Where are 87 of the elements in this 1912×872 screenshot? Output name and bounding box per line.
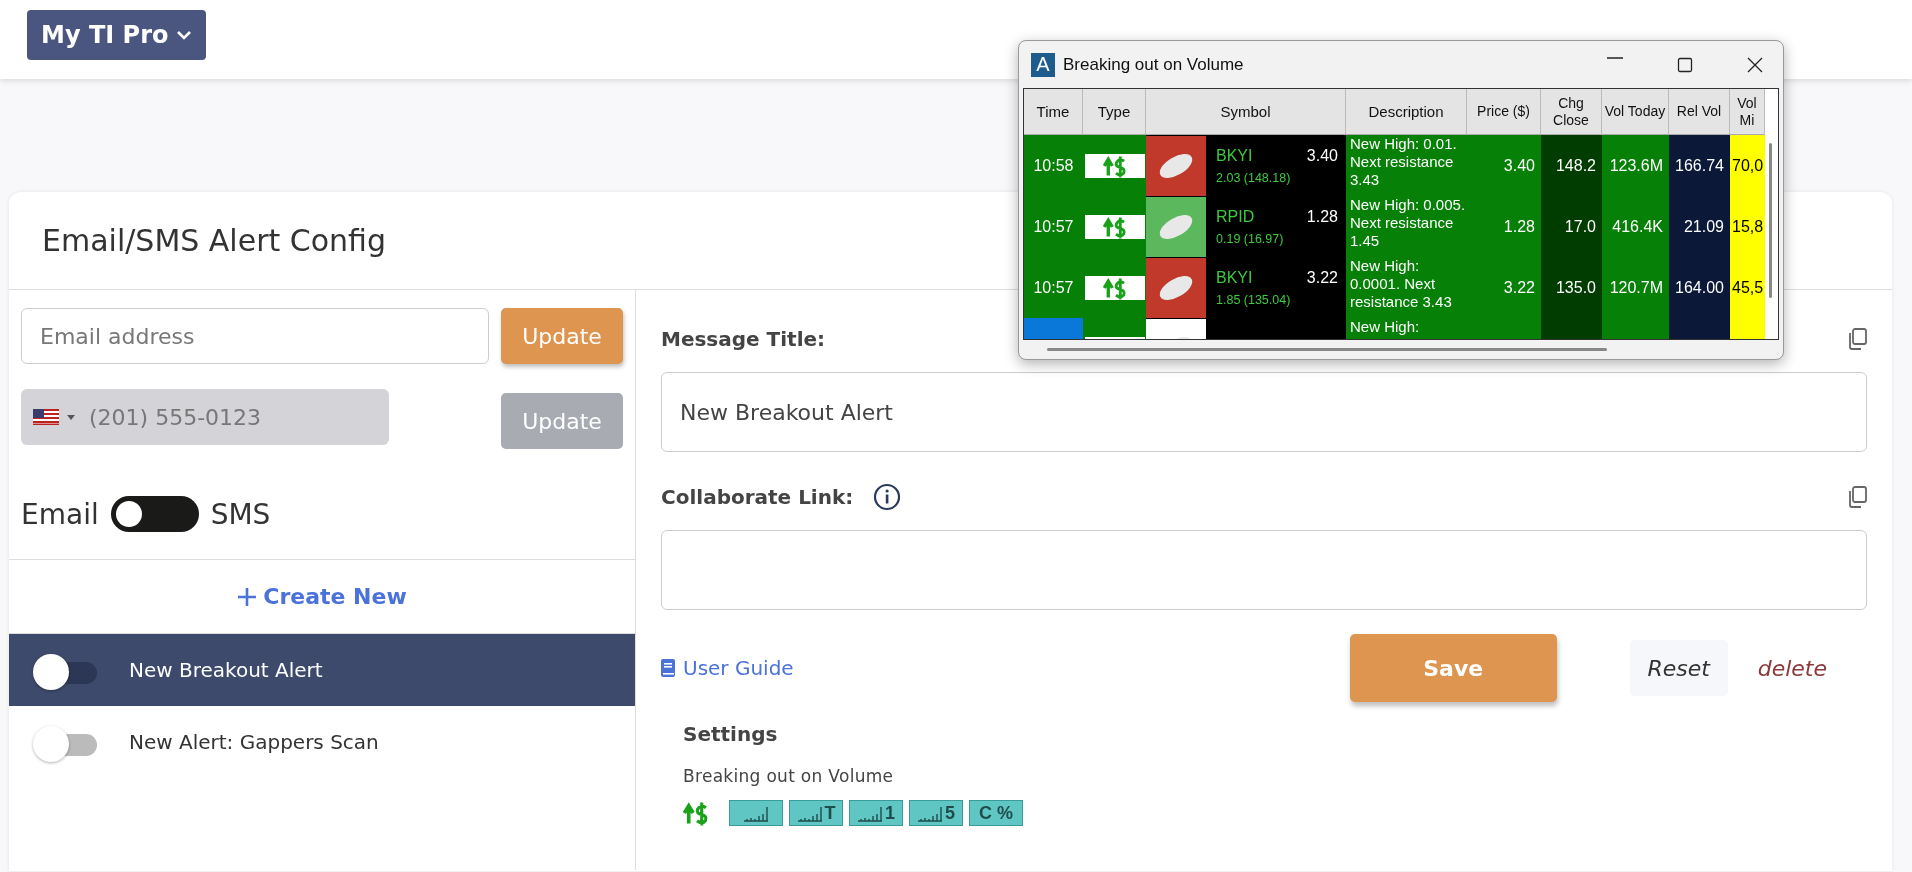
filter-icon: 1	[849, 800, 903, 826]
column-header[interactable]: Price ($)	[1467, 89, 1541, 135]
strategy-name: Breaking out on Volume	[683, 766, 895, 786]
minimize-icon	[1607, 56, 1623, 59]
table-cell: 148.2	[1541, 135, 1602, 196]
toggle-switch[interactable]	[33, 652, 99, 688]
delete-button[interactable]: delete	[1757, 655, 1827, 681]
reset-button[interactable]: Reset	[1629, 640, 1728, 696]
table-cell: 135.0	[1541, 257, 1602, 318]
flag-icon	[33, 409, 59, 425]
scrollbar[interactable]	[1769, 143, 1772, 298]
settings-heading: Settings	[683, 722, 779, 746]
user-guide-link[interactable]: User Guide	[661, 656, 794, 680]
table-cell: New High: 0.005. Next resistance 1.45	[1346, 196, 1467, 257]
alert-name: New Breakout Alert	[129, 658, 323, 682]
price-change: 0.19 (16.97)	[1216, 231, 1285, 246]
up-arrow-dollar-icon	[1084, 214, 1145, 239]
field-label: Message Title:	[661, 327, 826, 351]
table-cell: 416.4K	[1602, 196, 1669, 257]
copy-icon	[1847, 328, 1867, 350]
table-cell: New High: 0.01. Next resistance 3.43	[1346, 135, 1467, 196]
table-cell: 15,8	[1730, 196, 1765, 257]
table-cell: 3.40	[1467, 135, 1541, 196]
column-header[interactable]: Vol Today	[1602, 89, 1669, 135]
plus-icon	[237, 586, 258, 607]
channel-switch[interactable]	[110, 496, 199, 532]
table-cell: 123.6M	[1602, 135, 1669, 196]
table-cell[interactable]: 10:57	[1024, 257, 1083, 318]
toggle-label: Email	[21, 497, 99, 531]
table-cell: 45,5	[1730, 257, 1765, 318]
table-cell: 164.00	[1669, 257, 1730, 318]
last-price: 3.22	[1306, 268, 1338, 287]
caret-down-icon	[67, 414, 75, 420]
table-cell: 3.22	[1467, 257, 1541, 318]
price-change: 2.03 (148.18)	[1216, 170, 1292, 185]
column-header[interactable]: Time	[1024, 89, 1083, 135]
up-arrow-dollar-icon	[1084, 275, 1145, 300]
field-label: Collaborate Link:	[661, 485, 854, 509]
table-cell: 120.7M	[1602, 257, 1669, 318]
column-header[interactable]: Type	[1083, 89, 1146, 135]
scrollbar[interactable]	[1047, 348, 1607, 351]
create-new-button[interactable]: Create New	[9, 559, 635, 634]
filter-icon: 5	[909, 800, 963, 826]
table-cell[interactable]: 10:58	[1024, 135, 1083, 196]
last-price: 1.28	[1306, 207, 1338, 226]
filter-icon	[729, 800, 783, 826]
last-price: 3.40	[1306, 146, 1338, 165]
table-cell: 70,0	[1730, 135, 1765, 196]
column-header[interactable]: Symbol	[1146, 89, 1346, 135]
copy-icon	[1847, 486, 1867, 508]
column-header[interactable]: Description	[1346, 89, 1467, 135]
toggle-label: SMS	[210, 497, 271, 531]
column-header[interactable]: Rel Vol	[1669, 89, 1730, 135]
collaborate-link-field[interactable]	[661, 530, 1867, 610]
email-field[interactable]: Email address	[21, 308, 489, 364]
up-arrow-dollar-icon	[1084, 153, 1145, 178]
table-cell: New High:	[1346, 318, 1467, 339]
column-header[interactable]: Vol Mi	[1730, 89, 1765, 135]
symbol-name: BKYI	[1216, 268, 1253, 287]
alert-item[interactable]: New Alert: Gappers Scan	[9, 706, 635, 778]
alert-name: New Alert: Gappers Scan	[129, 730, 379, 754]
table-cell: 1.28	[1467, 196, 1541, 257]
info-icon	[873, 483, 902, 511]
alert-item[interactable]: New Breakout Alert	[9, 634, 635, 706]
window-title: Breaking out on Volume	[1063, 54, 1244, 75]
card-title: Email/SMS Alert Config	[42, 223, 387, 258]
price-change: 1.85 (135.04)	[1216, 292, 1292, 307]
phone-field[interactable]: (201) 555-0123	[21, 389, 389, 445]
symbol-name: BKYI	[1216, 146, 1253, 165]
column-header[interactable]: Chg Close	[1541, 89, 1602, 135]
table-cell: 166.74	[1669, 135, 1730, 196]
symbol-name: RPID	[1216, 207, 1255, 226]
chevron-down-icon	[176, 29, 193, 40]
up-arrow-dollar-icon	[683, 800, 709, 826]
table-cell: 21.09	[1669, 196, 1730, 257]
toggle-switch[interactable]	[33, 724, 99, 760]
maximize-icon	[1677, 56, 1693, 73]
menu-button[interactable]: My TI Pro	[27, 9, 207, 60]
close-icon	[1747, 56, 1763, 73]
book-icon	[661, 659, 675, 677]
table-cell: New High: 0.0001. Next resistance 3.43	[1346, 257, 1467, 318]
table-cell[interactable]: 10:57	[1024, 196, 1083, 257]
table-cell: 17.0	[1541, 196, 1602, 257]
filter-icon: T	[789, 800, 843, 826]
message-title-field[interactable]: New Breakout Alert	[661, 372, 1867, 452]
app-logo: A	[1031, 52, 1055, 77]
filter-icon: C %	[969, 800, 1023, 826]
